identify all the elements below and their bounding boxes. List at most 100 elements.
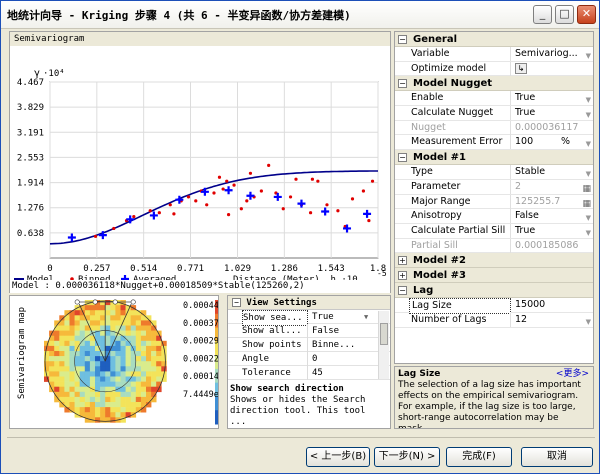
prop-value[interactable]: 15000 [513,298,579,312]
expand-icon[interactable]: + [398,256,407,266]
map-cell [84,310,91,316]
prop-value[interactable]: 12 [513,313,579,327]
category-model-2[interactable]: + Model #2 [395,253,593,269]
prop-value[interactable]: Semivariog... [513,47,579,61]
map-cell [89,366,96,372]
map-cell [161,361,167,367]
prop-value[interactable]: 125255.7 [513,195,579,209]
map-cell [156,366,162,372]
prop-measurement-error[interactable]: Measurement Error 100% ▼ [395,135,593,151]
semivariogram-map[interactable]: 0.00044669 0.00037224 0.00029779 0.00022335… [10,296,218,428]
map-cell [100,381,106,387]
map-cell [115,391,121,398]
prop-major-range[interactable]: Major Range 125255.7 ▦ [395,194,593,210]
prop-anisotropy[interactable]: Anisotropy False ▼ [395,209,593,224]
collapse-icon[interactable]: − [232,298,241,307]
maximize-button[interactable]: □ [555,5,574,24]
collapse-icon[interactable]: − [398,286,407,296]
next-button[interactable]: 下一步(N) > [374,447,440,467]
binned-point [226,213,231,217]
prop-value[interactable]: True [513,106,579,120]
prop-enable[interactable]: Enable True ▼ [395,91,593,107]
view-settings-header: − View Settings [228,296,390,310]
map-cell [105,320,111,326]
prop-lag-size[interactable]: Lag Size 15000 [395,298,593,315]
map-cell [120,366,126,372]
view-setting-value[interactable]: 45 [310,366,374,380]
map-cell [64,356,70,362]
category-model-1[interactable]: − Model #1 [395,150,593,166]
dropdown-arrow-icon[interactable]: ▼ [364,310,368,324]
scale-label: 0.00044669 [183,301,218,311]
map-cell [54,361,60,367]
collapse-icon[interactable]: − [398,79,407,89]
map-cell [115,310,121,316]
minimize-button[interactable]: _ [533,5,552,24]
close-button[interactable]: ✕ [577,5,596,24]
map-cell [59,351,65,357]
map-cell [64,366,70,372]
view-setting-key: Angle [242,352,308,366]
prop-parameter[interactable]: Parameter 2 ▦ [395,179,593,195]
cancel-button[interactable]: 取消 [521,447,593,467]
map-cell [105,340,111,347]
map-cell [151,351,157,357]
view-setting-row[interactable]: Show points Binne... [228,338,390,352]
map-cell [105,396,111,403]
prop-value[interactable]: False [513,209,579,223]
semivariogram-chart[interactable]: 4.467 3.829 3.191 2.553 1.914 1.276 0.638 0 0.25… [10,46,390,292]
prop-value[interactable]: 2 [513,180,579,194]
plot-area [49,81,379,259]
map-cell [130,320,137,326]
prop-number-of-lags[interactable]: Number of Lags 12 ▼ [395,312,593,329]
category-lag[interactable]: − Lag [395,283,593,299]
prop-variable[interactable]: Variable Semivariog... ▼ [395,47,593,62]
map-cell [140,381,147,387]
view-setting-value[interactable]: False [310,324,374,338]
map-cell [74,330,80,336]
back-button[interactable]: < 上一步(B) [306,447,370,467]
optimize-icon[interactable]: ↳ [515,62,527,74]
view-setting-value[interactable]: Binne... [310,338,374,352]
map-cell [79,320,86,326]
category-model-nugget[interactable]: − Model Nugget [395,76,593,92]
more-link[interactable]: <更多> [556,369,589,380]
map-cell [64,340,70,347]
prop-calculate-nugget[interactable]: Calculate Nugget True ▼ [395,106,593,121]
view-setting-row[interactable]: Tolerance 45 [228,366,390,380]
finish-button[interactable]: 完成(F) [446,447,512,467]
prop-value[interactable]: True [513,224,579,238]
dropdown-arrow-icon[interactable]: ▼ [586,315,591,329]
prop-value[interactable]: ↳ [513,62,579,76]
view-settings-panel: − View Settings Show sea... True ▼ Show all… [227,295,391,429]
collapse-icon[interactable]: − [398,153,407,163]
category-general[interactable]: − General [395,32,593,47]
view-settings-scrollbar[interactable] [378,311,389,379]
collapse-icon[interactable]: − [398,35,407,44]
expand-icon[interactable]: + [398,271,407,281]
map-cell [135,366,142,372]
scrollbar-thumb[interactable] [380,323,388,345]
prop-calculate-partial-sill[interactable]: Calculate Partial Sill True ▼ [395,223,593,239]
map-cell [125,325,131,331]
view-setting-row[interactable]: Show sea... True ▼ [228,310,390,326]
prop-optimize-model[interactable]: Optimize model ↳ [395,61,593,77]
view-setting-value[interactable]: 0 [310,352,374,366]
view-setting-row[interactable]: Show all... False [228,324,390,338]
view-settings-rows: Show sea... True ▼ Show all... False Show poi… [228,310,390,380]
map-cell [130,335,137,342]
map-cell [115,320,121,326]
prop-value[interactable]: True [513,91,579,105]
view-setting-row[interactable]: Angle 0 [228,352,390,366]
map-cell [69,371,75,377]
map-cell [89,305,96,311]
prop-value[interactable]: 100 [513,135,553,149]
map-cell [151,356,157,362]
category-model-3[interactable]: + Model #3 [395,268,593,284]
prop-type[interactable]: Type Stable ▼ [395,165,593,180]
map-cell [130,330,137,336]
property-grid: − General Variable Semivariog... ▼ Optimize… [394,31,594,364]
prop-value[interactable]: Stable [513,165,579,179]
map-cell [105,381,111,387]
map-cell [64,376,70,382]
